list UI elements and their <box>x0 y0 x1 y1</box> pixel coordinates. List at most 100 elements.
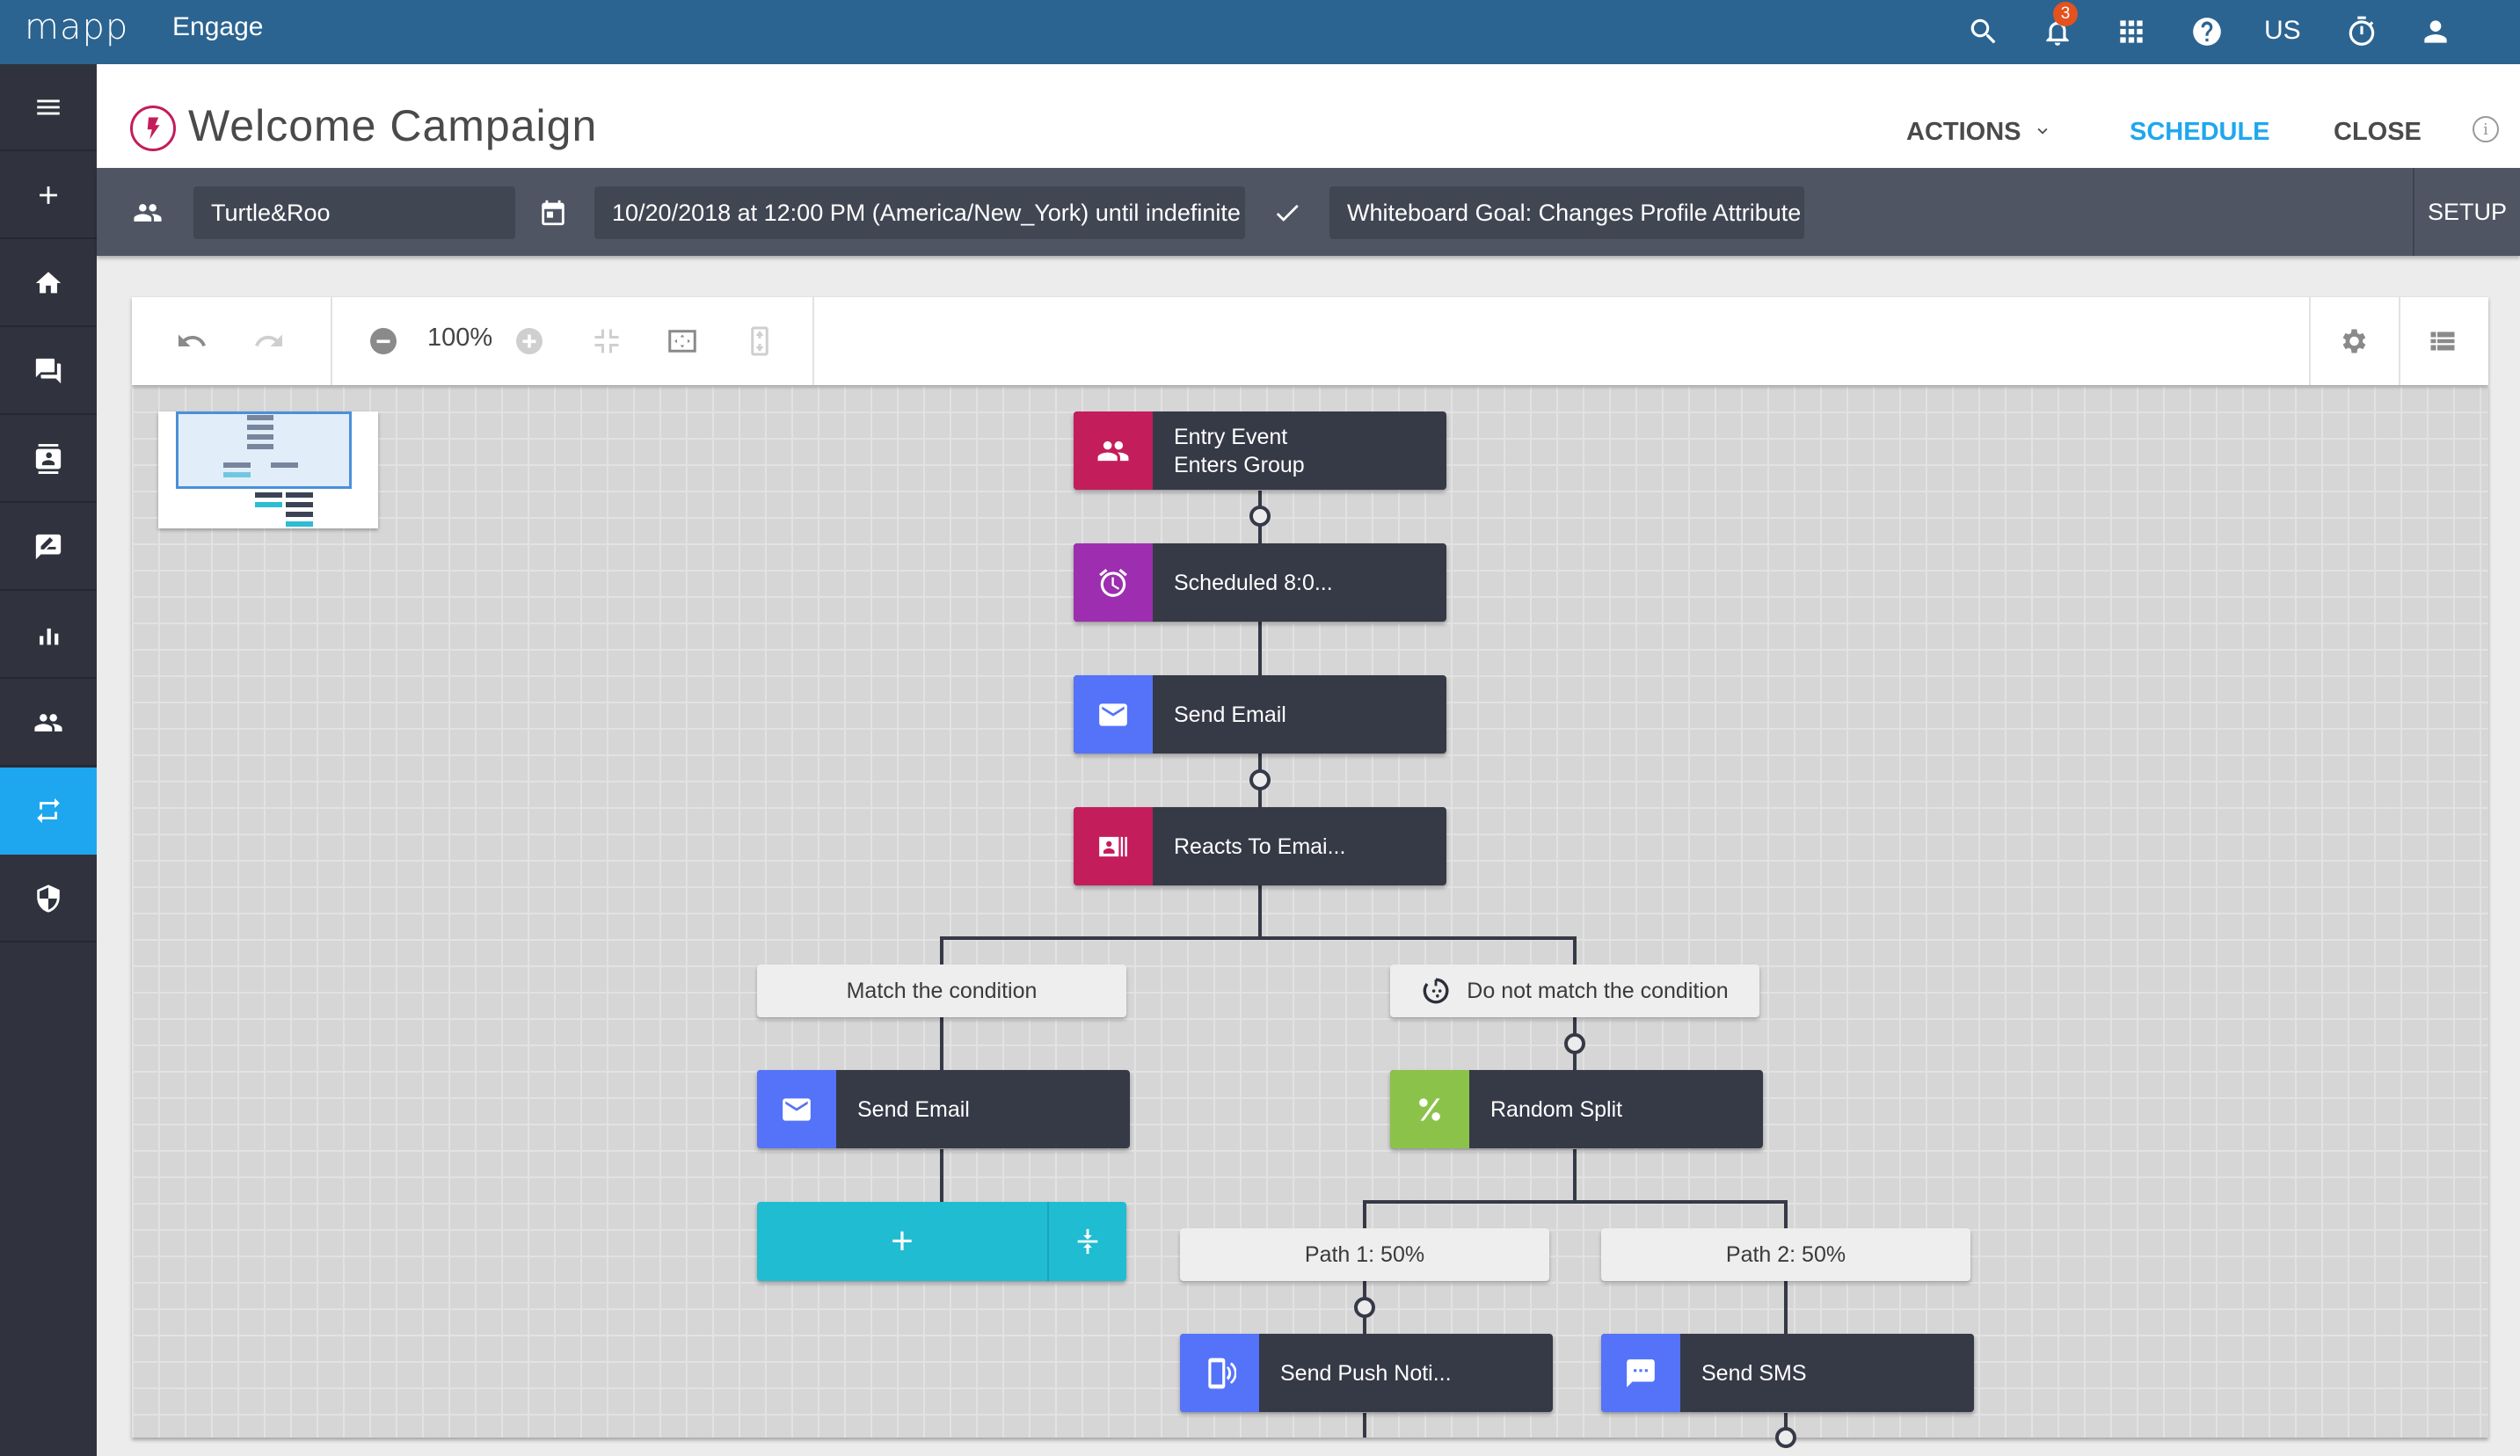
timeout-clock-icon <box>1423 978 1449 1004</box>
node-label: Send Email <box>836 1070 970 1148</box>
branch-path-1[interactable]: Path 1: 50% <box>1180 1228 1549 1281</box>
connector <box>1363 1413 1366 1438</box>
campaign-lightning-icon <box>130 106 176 151</box>
node-scheduled[interactable]: Scheduled 8:0... <box>1074 543 1446 622</box>
sidebar <box>0 64 97 1456</box>
sidebar-item-contacts[interactable] <box>0 416 97 503</box>
apps-grid-icon[interactable] <box>2108 9 2154 55</box>
connector <box>940 1017 943 1070</box>
minimap-node <box>255 492 282 498</box>
email-icon <box>757 1070 836 1148</box>
page-title: Welcome Campaign <box>188 101 598 150</box>
connector <box>1258 885 1262 940</box>
fit-height-icon[interactable] <box>733 315 786 368</box>
node-reacts-to-email[interactable]: Reacts To Emai... <box>1074 807 1446 885</box>
help-icon[interactable] <box>2184 9 2230 55</box>
connector <box>1784 1200 1788 1228</box>
sidebar-item-automation[interactable] <box>0 768 97 855</box>
zoom-out-icon[interactable] <box>357 315 410 368</box>
target-group-field[interactable]: Turtle&Roo <box>193 186 515 239</box>
phone-vibrate-icon <box>1180 1334 1259 1412</box>
info-icon[interactable]: i <box>2473 116 2499 142</box>
add-step-button[interactable]: + <box>757 1202 1047 1281</box>
minimap-node <box>286 521 313 527</box>
bar-chart-icon <box>40 628 59 644</box>
close-button[interactable]: CLOSE <box>2334 118 2422 147</box>
email-icon <box>1074 675 1153 753</box>
node-title: Scheduled 8:0... <box>1174 570 1333 595</box>
percent-icon <box>1390 1070 1469 1148</box>
fit-to-screen-icon[interactable] <box>656 315 709 368</box>
minimap-node <box>255 502 282 507</box>
edit-comment-icon <box>35 534 62 559</box>
connector <box>1363 1200 1366 1228</box>
product-name: Engage <box>172 12 264 41</box>
alarm-clock-icon <box>1074 543 1153 622</box>
sidebar-item-audience[interactable] <box>0 680 97 767</box>
locale-selector[interactable]: US <box>2264 16 2301 46</box>
connector-handle[interactable] <box>1775 1427 1796 1448</box>
plus-icon <box>40 186 57 204</box>
sidebar-item-create[interactable] <box>0 152 97 239</box>
redo-icon[interactable] <box>243 315 295 368</box>
actions-dropdown[interactable]: ACTIONS <box>1906 118 2021 147</box>
collapse-icon[interactable] <box>580 315 633 368</box>
connector-handle[interactable] <box>1564 1033 1585 1054</box>
settings-gear-icon[interactable] <box>2327 315 2379 368</box>
timer-icon[interactable] <box>2339 9 2385 55</box>
setup-button[interactable]: SETUP <box>2413 168 2520 256</box>
sidebar-item-messages[interactable] <box>0 328 97 415</box>
zoom-in-icon[interactable] <box>503 315 556 368</box>
sidebar-item-security[interactable] <box>0 855 97 943</box>
goal-field[interactable]: Whiteboard Goal: Changes Profile Attribu… <box>1329 186 1804 239</box>
branch-label: Do not match the condition <box>1467 978 1729 1003</box>
node-title: Send Email <box>1174 702 1286 727</box>
user-account-icon[interactable] <box>2413 9 2458 55</box>
node-send-email-2[interactable]: Send Email <box>757 1070 1130 1148</box>
toolbar-divider <box>331 297 332 385</box>
calendar-icon <box>535 195 571 230</box>
node-title: Send Email <box>857 1096 970 1122</box>
search-icon[interactable] <box>1961 9 2007 55</box>
sidebar-item-home[interactable] <box>0 240 97 327</box>
connector-handle[interactable] <box>1249 506 1271 527</box>
schedule-button[interactable]: SCHEDULE <box>2130 118 2270 147</box>
sidebar-item-analytics[interactable] <box>0 592 97 679</box>
mapp-logo[interactable]: mapp <box>25 7 128 47</box>
toolbar-divider <box>2399 297 2400 385</box>
minimap-viewport[interactable] <box>176 411 352 489</box>
add-step-block: + <box>757 1202 1126 1281</box>
shield-icon <box>37 884 60 913</box>
chat-icon <box>35 358 62 383</box>
node-title: Reacts To Emai... <box>1174 834 1346 859</box>
node-title: Send Push Noti... <box>1280 1360 1452 1386</box>
sidebar-item-feedback[interactable] <box>0 504 97 591</box>
connector-handle[interactable] <box>1354 1297 1375 1318</box>
schedule-field[interactable]: 10/20/2018 at 12:00 PM (America/New_York… <box>594 186 1245 239</box>
node-label: Send Push Noti... <box>1259 1334 1452 1412</box>
collapse-branch-icon[interactable] <box>1049 1202 1126 1281</box>
branch-path-2[interactable]: Path 2: 50% <box>1601 1228 1970 1281</box>
chevron-down-icon[interactable] <box>2033 121 2052 141</box>
node-send-sms[interactable]: Send SMS <box>1601 1334 1974 1412</box>
node-send-push[interactable]: Send Push Noti... <box>1180 1334 1553 1412</box>
connector <box>1363 1200 1788 1204</box>
branch-no-match-condition[interactable]: Do not match the condition <box>1390 965 1759 1017</box>
node-label: Entry Event Enters Group <box>1153 411 1305 490</box>
contact-reaction-icon <box>1074 807 1153 885</box>
connector <box>1258 622 1262 675</box>
minimap-node <box>286 492 313 498</box>
branch-match-condition[interactable]: Match the condition <box>757 965 1126 1017</box>
sidebar-item-menu[interactable] <box>0 64 97 151</box>
checkmark-icon <box>1270 195 1305 230</box>
group-icon <box>130 195 165 230</box>
minimap-node <box>286 502 313 507</box>
connector-handle[interactable] <box>1249 769 1271 790</box>
undo-icon[interactable] <box>165 315 218 368</box>
notification-count-badge: 3 <box>2053 2 2078 26</box>
node-send-email[interactable]: Send Email <box>1074 675 1446 753</box>
node-entry-event[interactable]: Entry Event Enters Group <box>1074 411 1446 490</box>
node-random-split[interactable]: Random Split <box>1390 1070 1763 1148</box>
node-title: Entry Event <box>1174 424 1288 449</box>
list-view-icon[interactable] <box>2416 315 2469 368</box>
